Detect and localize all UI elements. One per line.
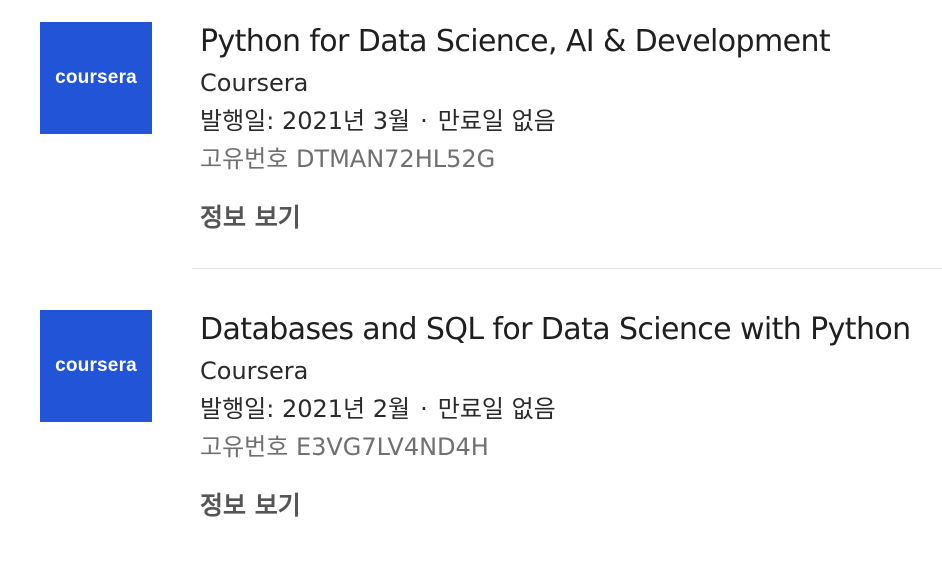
separator-dot: · (420, 107, 428, 135)
credential-id: 고유번호 E3VG7LV4ND4H (200, 433, 489, 461)
show-credential-link[interactable]: 정보 보기 (200, 486, 301, 526)
issue-date: 발행일: 2021년 3월 (200, 107, 411, 135)
certification-title: Databases and SQL for Data Science with … (200, 312, 911, 347)
certification-issuer: Coursera (200, 357, 309, 385)
coursera-logo-text: coursera (55, 67, 137, 88)
certification-dates: 발행일: 2021년 2월 · 만료일 없음 (200, 390, 922, 428)
coursera-logo-text: coursera (55, 355, 137, 376)
coursera-logo[interactable]: coursera (40, 310, 152, 422)
certification-info: Python for Data Science, AI & Developmen… (200, 20, 922, 238)
certification-title: Python for Data Science, AI & Developmen… (200, 24, 831, 59)
separator-dot: · (420, 395, 428, 423)
certification-dates: 발행일: 2021년 3월 · 만료일 없음 (200, 102, 922, 140)
expiry-date: 만료일 없음 (437, 107, 556, 135)
issue-date: 발행일: 2021년 2월 (200, 395, 411, 423)
certification-issuer: Coursera (200, 69, 309, 97)
certifications-list: coursera Python for Data Science, AI & D… (0, 0, 942, 566)
divider (192, 268, 942, 269)
expiry-date: 만료일 없음 (437, 395, 556, 423)
show-credential-link[interactable]: 정보 보기 (200, 198, 301, 238)
certification-info: Databases and SQL for Data Science with … (200, 308, 922, 526)
credential-id: 고유번호 DTMAN72HL52G (200, 145, 496, 173)
coursera-logo[interactable]: coursera (40, 22, 152, 134)
